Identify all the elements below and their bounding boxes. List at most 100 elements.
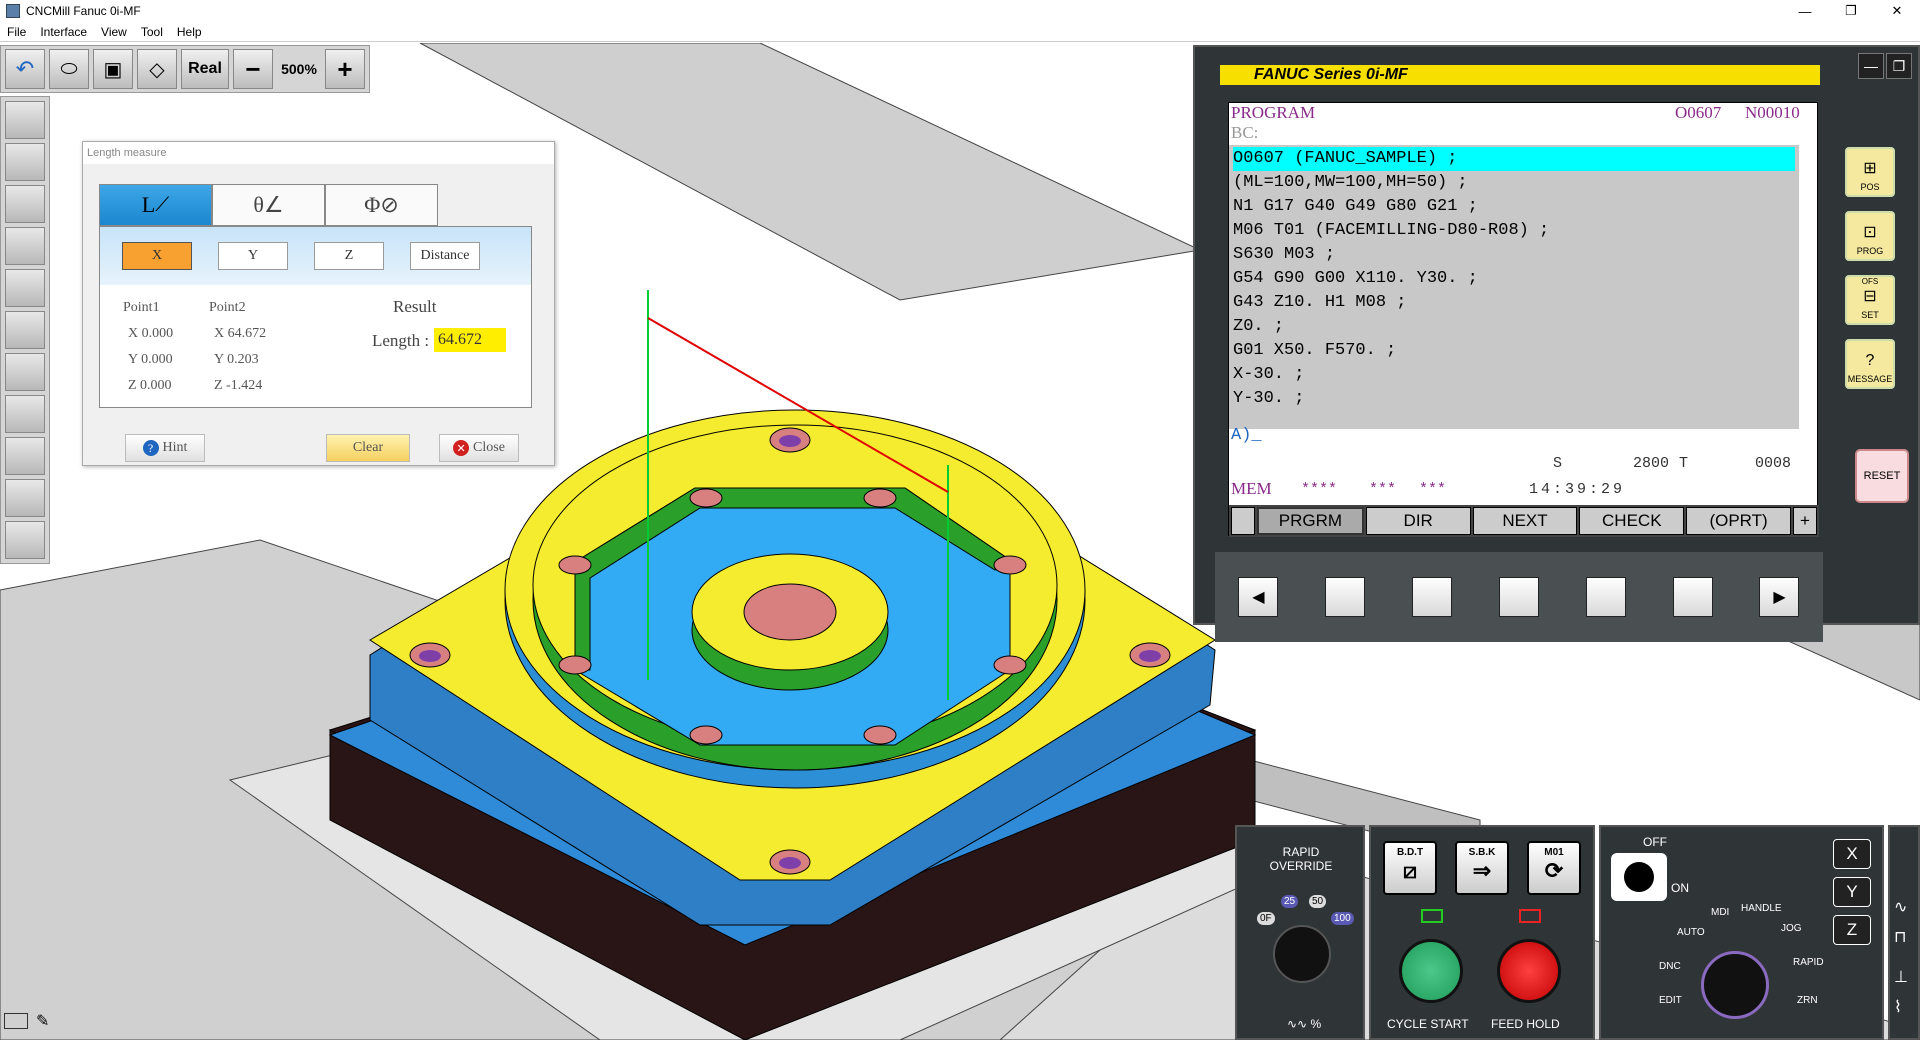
undo-button[interactable]: ↶	[5, 49, 45, 89]
panel-icon[interactable]	[4, 1013, 28, 1029]
clear-button[interactable]: Clear	[326, 434, 410, 462]
set-label: SET	[1861, 310, 1879, 320]
rapid-override-knob[interactable]	[1273, 925, 1331, 983]
title-bar: CNCMill Fanuc 0i-MF — ❐ ✕	[0, 0, 1920, 22]
menu-help[interactable]: Help	[170, 25, 209, 39]
close-dialog-button[interactable]: ✕ Close	[439, 434, 519, 462]
mode-handle: HANDLE	[1741, 903, 1782, 914]
probe-button[interactable]	[5, 437, 45, 475]
sequence-number: N00010	[1745, 103, 1800, 122]
dialog-title: Length measure	[83, 142, 554, 164]
left-toolbar	[0, 96, 50, 564]
prog-key[interactable]: ⊡ PROG	[1845, 211, 1895, 261]
axes-button[interactable]	[5, 395, 45, 433]
message-icon: ?	[1865, 352, 1875, 369]
distance-button[interactable]: Distance	[410, 242, 480, 270]
tab-angle-label: θ	[253, 192, 264, 217]
m01-label: M01	[1544, 847, 1564, 858]
feed-step-icon[interactable]: ⊓	[1894, 927, 1906, 947]
close-window-button[interactable]: ✕	[1874, 0, 1920, 22]
pos-key[interactable]: ⊞ POS	[1845, 147, 1895, 197]
zoom-in-button[interactable]: +	[325, 49, 365, 89]
machine-view-button[interactable]: ▣	[93, 49, 133, 89]
input-prompt[interactable]: A)_	[1231, 426, 1262, 445]
tool-button[interactable]	[5, 311, 45, 349]
ro-100: 100	[1331, 912, 1354, 925]
offset-setting-key[interactable]: OFS ⊟ SET	[1845, 275, 1895, 325]
length-value: 64.672	[434, 328, 506, 352]
cycle-start-indicator	[1421, 909, 1443, 923]
panel-maximize-button[interactable]: ❐	[1886, 53, 1912, 79]
tab-angle[interactable]: θ ∠	[212, 184, 325, 226]
real-toggle-button[interactable]: Real	[181, 49, 229, 89]
tool-setter-button[interactable]	[5, 269, 45, 307]
program-line: Y-30. ;	[1233, 389, 1305, 408]
stock-view-button[interactable]: ◇	[137, 49, 177, 89]
panel-minimize-button[interactable]: —	[1858, 53, 1884, 79]
softkey-prgrm[interactable]: PRGRM	[1257, 507, 1364, 535]
softkey-oprt[interactable]: (OPRT)	[1686, 507, 1791, 535]
next-softkey-button[interactable]: ▶	[1759, 577, 1800, 617]
axis-x-button[interactable]: X	[122, 242, 192, 270]
softkey-dir[interactable]: DIR	[1365, 507, 1471, 535]
softkey-plus[interactable]: +	[1792, 507, 1817, 535]
axis-y-button[interactable]: Y	[218, 242, 288, 270]
maximize-button[interactable]: ❐	[1828, 0, 1874, 22]
view-top-button[interactable]	[5, 227, 45, 265]
softkey-button-5[interactable]	[1672, 577, 1713, 617]
sbk-button[interactable]: S.B.K ⇒	[1455, 841, 1509, 895]
point1-x: X 0.000	[128, 326, 174, 341]
screen-name: PROGRAM	[1231, 103, 1316, 122]
pen-icon[interactable]: ✎	[36, 1011, 49, 1031]
minimize-button[interactable]: —	[1782, 0, 1828, 22]
softkey-left[interactable]	[1231, 507, 1255, 535]
axis-z-select[interactable]: Z	[1833, 915, 1871, 945]
program-protect-key[interactable]	[1611, 853, 1667, 901]
caliper-button[interactable]	[5, 521, 45, 559]
mode-select-knob[interactable]	[1701, 951, 1769, 1019]
bdt-button[interactable]: B.D.T ⧄	[1383, 841, 1437, 895]
m01-icon: ⟳	[1544, 858, 1564, 883]
axis-x-select[interactable]: X	[1833, 839, 1871, 869]
menu-file[interactable]: File	[0, 25, 33, 39]
workpiece-button[interactable]	[5, 353, 45, 391]
feed-hold-button[interactable]	[1497, 939, 1561, 1003]
view-front-button[interactable]	[5, 143, 45, 181]
program-number: O0607	[1675, 103, 1722, 122]
reset-key[interactable]: RESET	[1855, 449, 1909, 503]
feed-wave-icon[interactable]: ∿	[1894, 897, 1907, 917]
softkey-check[interactable]: CHECK	[1579, 507, 1685, 535]
axis-y-select[interactable]: Y	[1833, 877, 1871, 907]
program-listing[interactable]: O0607 (FANUC_SAMPLE) ; (ML=100,MW=100,MH…	[1229, 145, 1799, 429]
app-icon	[6, 4, 20, 18]
spindle-icon[interactable]: ⊥	[1894, 967, 1908, 987]
coolant-icon[interactable]: ⌇	[1894, 997, 1902, 1017]
menu-interface[interactable]: Interface	[33, 25, 94, 39]
mode-zrn: ZRN	[1797, 995, 1818, 1006]
softkey-button-1[interactable]	[1325, 577, 1366, 617]
result-label: Result	[393, 297, 437, 316]
hint-button[interactable]: ? Hint	[125, 434, 205, 462]
view-side-button[interactable]	[5, 185, 45, 223]
cycle-start-button[interactable]	[1399, 939, 1463, 1003]
m01-button[interactable]: M01 ⟳	[1527, 841, 1581, 895]
zoom-out-button[interactable]: −	[233, 49, 273, 89]
menu-view[interactable]: View	[94, 25, 134, 39]
tab-length-label: L	[141, 192, 156, 217]
menu-tool[interactable]: Tool	[134, 25, 170, 39]
softkey-next[interactable]: NEXT	[1472, 507, 1578, 535]
pos-label: POS	[1860, 182, 1880, 192]
softkey-button-4[interactable]	[1585, 577, 1626, 617]
ro-0f: 0F	[1257, 912, 1275, 925]
tab-diameter[interactable]: Φ ⊘	[325, 184, 438, 226]
ro-50: 50	[1309, 895, 1327, 908]
prev-softkey-button[interactable]: ◀	[1238, 577, 1279, 617]
message-key[interactable]: ? MESSAGE	[1845, 339, 1895, 389]
view-iso-button[interactable]	[5, 101, 45, 139]
softkey-button-2[interactable]	[1412, 577, 1453, 617]
softkey-button-3[interactable]	[1498, 577, 1539, 617]
axis-z-button[interactable]: Z	[314, 242, 384, 270]
spindle-button[interactable]	[5, 479, 45, 517]
view-fit-button[interactable]: ⬭	[49, 49, 89, 89]
tab-length[interactable]: L ⟋	[99, 184, 212, 226]
